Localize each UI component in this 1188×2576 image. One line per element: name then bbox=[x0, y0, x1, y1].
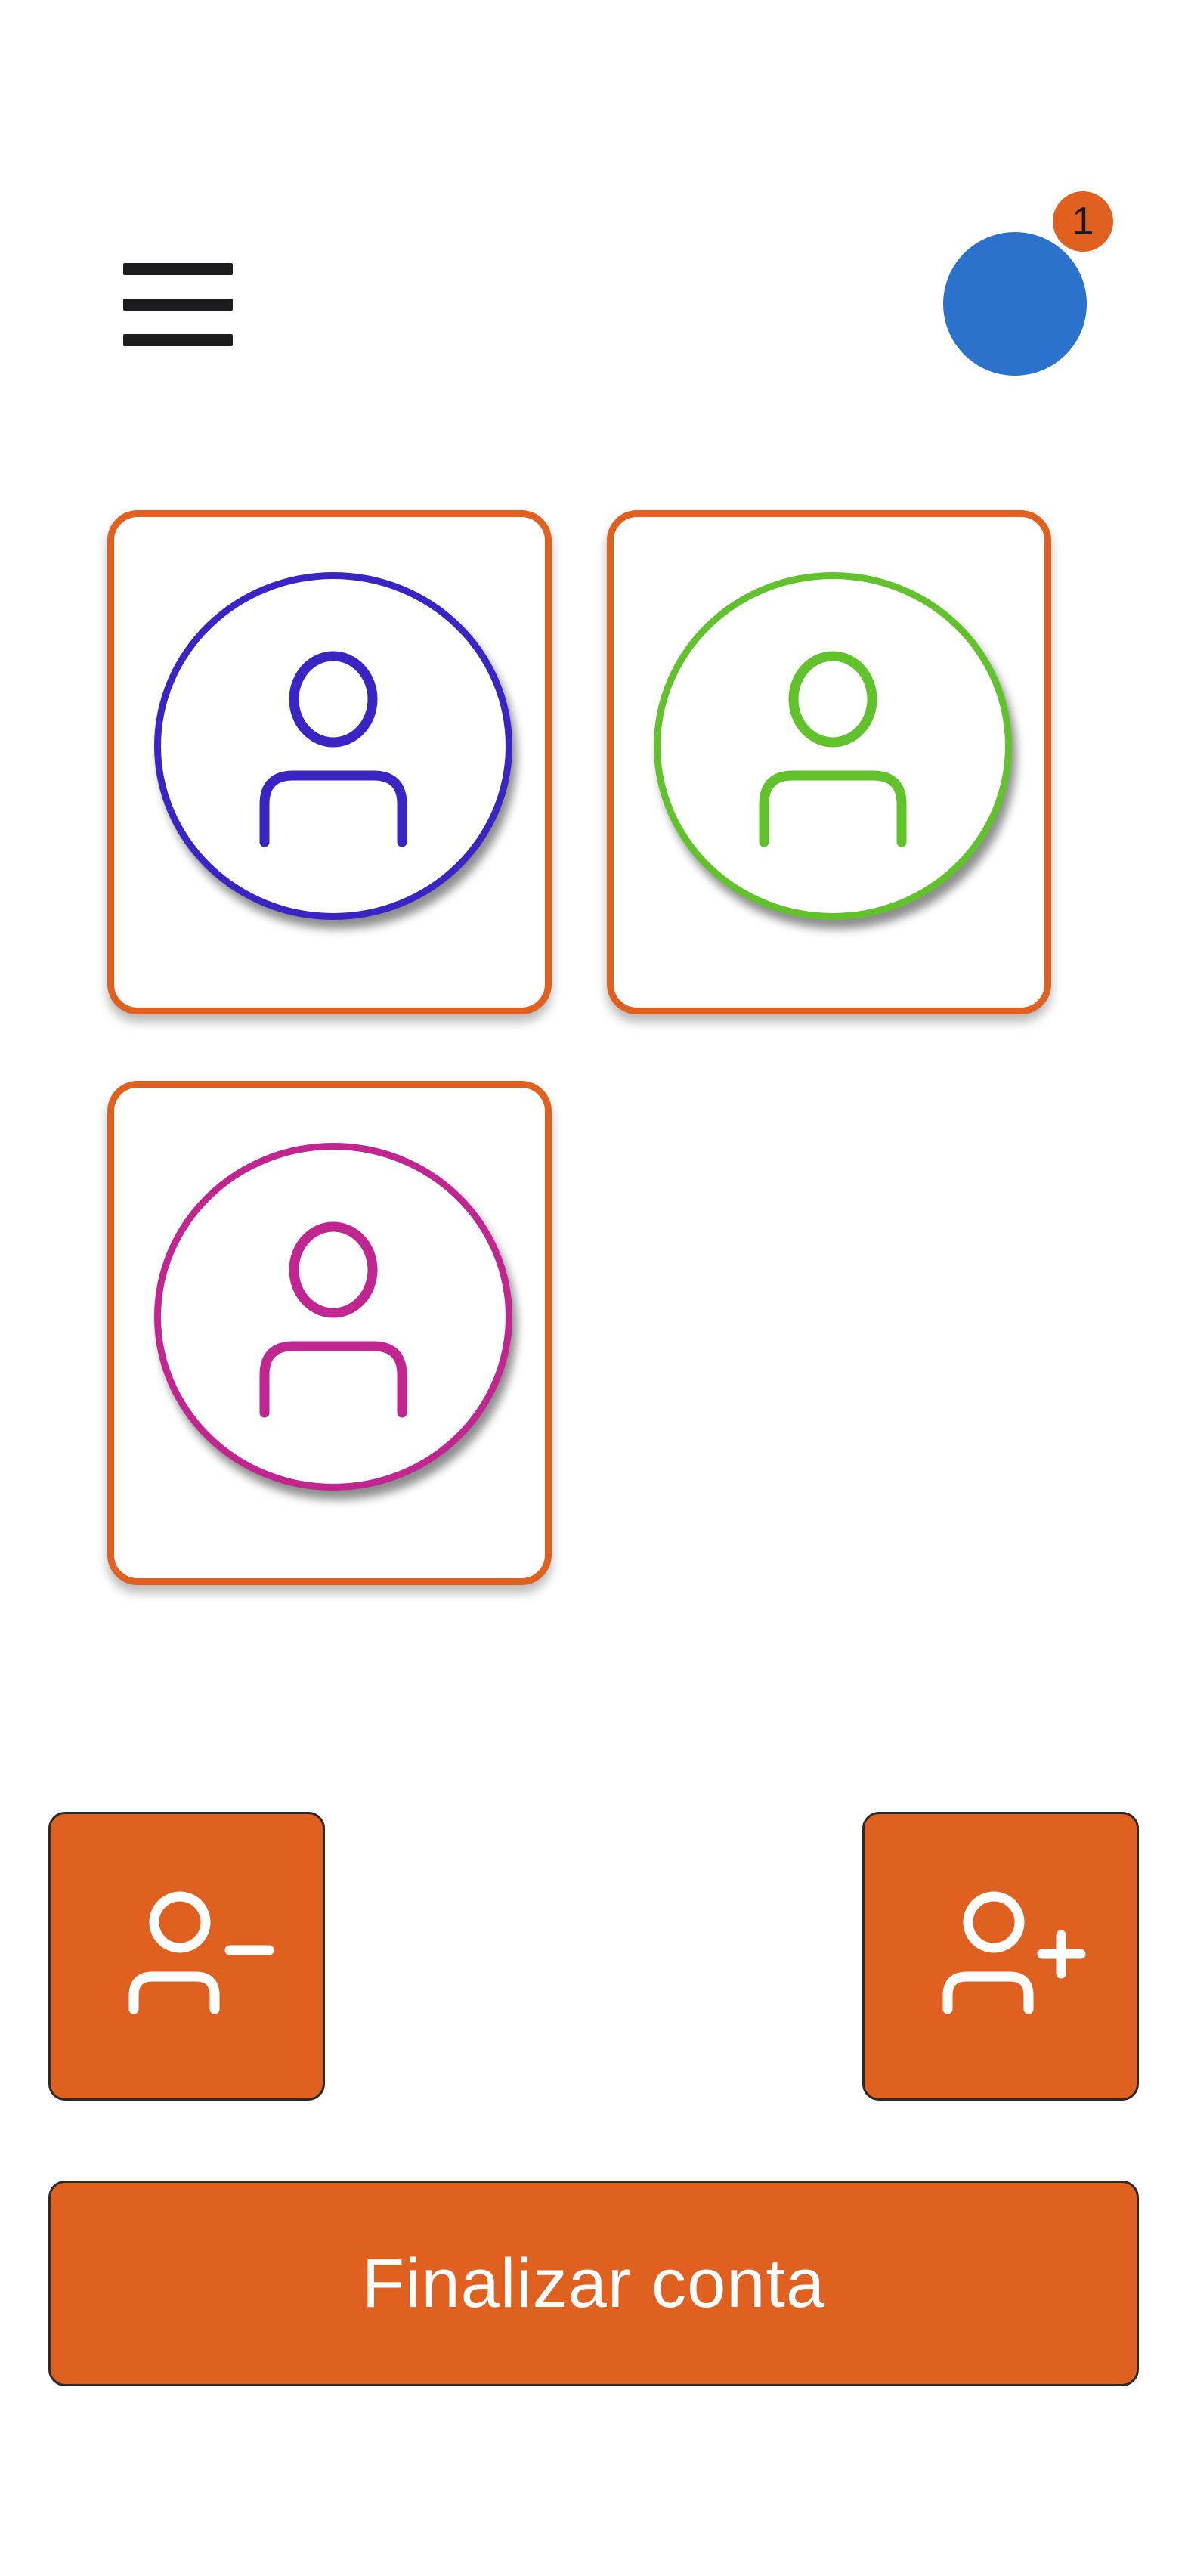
user-icon bbox=[759, 651, 907, 847]
profile-avatar-circle bbox=[154, 572, 512, 920]
profile-avatar-circle bbox=[654, 572, 1012, 920]
remove-user-icon bbox=[128, 1891, 274, 2014]
avatar[interactable] bbox=[943, 232, 1087, 376]
profile-avatar-circle bbox=[154, 1143, 512, 1491]
add-user-icon bbox=[942, 1891, 1086, 2014]
remove-user-button[interactable] bbox=[48, 1812, 325, 2101]
notification-badge: 1 bbox=[1053, 191, 1113, 252]
hamburger-menu-icon[interactable] bbox=[121, 263, 234, 355]
add-user-button[interactable] bbox=[862, 1812, 1139, 2101]
profile-card-1[interactable] bbox=[107, 510, 552, 1014]
menu-bar bbox=[123, 334, 233, 346]
menu-bar bbox=[123, 263, 233, 275]
profile-card-3[interactable] bbox=[107, 1081, 552, 1585]
user-icon bbox=[259, 651, 407, 847]
finalize-account-button[interactable]: Finalizar conta bbox=[48, 2181, 1139, 2386]
profile-card-2[interactable] bbox=[607, 510, 1051, 1014]
user-icon bbox=[259, 1221, 407, 1418]
menu-bar bbox=[123, 299, 233, 311]
